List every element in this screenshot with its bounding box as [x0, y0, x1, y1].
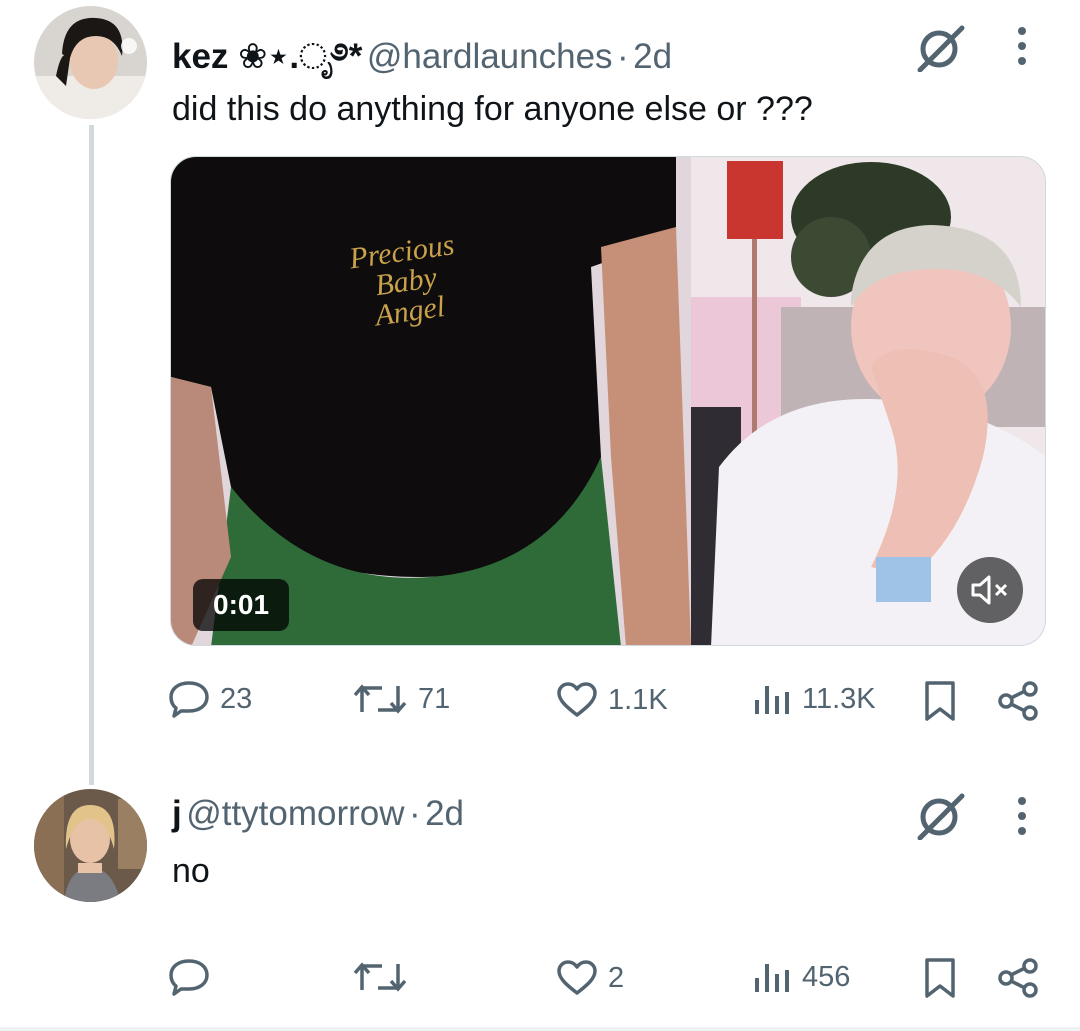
views-button[interactable]: 11.3K: [752, 682, 876, 716]
display-name[interactable]: j: [172, 794, 182, 833]
grok-icon[interactable]: [912, 792, 968, 845]
separator-dot: ·: [617, 37, 629, 76]
heart-icon: [557, 682, 597, 717]
reply-button[interactable]: 23: [168, 680, 252, 718]
thread-line: [89, 125, 94, 785]
views-button[interactable]: 456: [752, 960, 850, 994]
more-options-icon[interactable]: [1014, 26, 1030, 71]
post-time[interactable]: 2d: [633, 37, 672, 76]
more-options-icon[interactable]: [1014, 796, 1030, 841]
share-icon[interactable]: [996, 680, 1040, 727]
unmute-button[interactable]: [957, 557, 1023, 623]
repost-icon: [353, 684, 407, 714]
repost-count: 71: [418, 682, 451, 715]
avatar[interactable]: [34, 789, 147, 902]
video-player[interactable]: Precious Baby Angel 0:01: [170, 156, 1046, 646]
display-name[interactable]: kez ❀⋆.ೃ࿔*: [172, 37, 362, 76]
views-icon: [755, 964, 789, 992]
reply-icon: [169, 681, 209, 718]
views-icon: [755, 686, 789, 714]
view-count: 11.3K: [802, 682, 876, 715]
reply-icon: [169, 959, 209, 996]
heart-icon: [557, 960, 597, 995]
user-handle[interactable]: @hardlaunches: [367, 37, 613, 76]
like-count: 2: [608, 961, 625, 994]
muted-speaker-icon: [971, 575, 1008, 605]
like-count: 1.1K: [608, 683, 668, 716]
separator-dot: ·: [408, 794, 421, 833]
user-handle[interactable]: @ttytomorrow: [186, 794, 404, 833]
repost-button[interactable]: [352, 960, 418, 994]
view-count: 456: [802, 960, 851, 993]
reply-count: 23: [220, 682, 253, 715]
post-text: no: [172, 852, 210, 890]
repost-icon: [353, 962, 407, 992]
avatar[interactable]: [34, 6, 147, 119]
post-text: did this do anything for anyone else or …: [172, 90, 813, 128]
bookmark-icon[interactable]: [924, 957, 956, 1004]
reply-button[interactable]: [168, 958, 220, 996]
share-icon[interactable]: [996, 957, 1040, 1004]
video-timecode: 0:01: [193, 579, 290, 631]
post-time[interactable]: 2d: [425, 794, 464, 833]
divider: [0, 1027, 1080, 1031]
like-button[interactable]: 2: [556, 960, 624, 996]
like-button[interactable]: 1.1K: [556, 682, 668, 718]
repost-button[interactable]: 71: [352, 682, 450, 716]
bookmark-icon[interactable]: [924, 680, 956, 727]
grok-icon[interactable]: [912, 24, 968, 77]
